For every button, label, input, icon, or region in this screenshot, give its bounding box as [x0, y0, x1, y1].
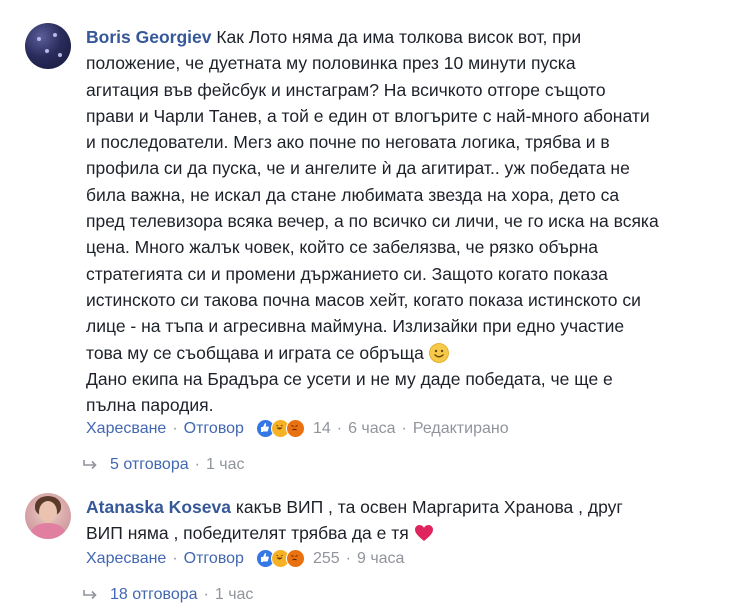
reply-button[interactable]: Отговор — [184, 420, 244, 438]
replies-time: 1 час — [214, 586, 254, 603]
comment-line: била важна, не искал да стане любимата з… — [86, 184, 620, 205]
replies-link[interactable]: 5 отговора · 1 час — [83, 456, 245, 474]
reply-button[interactable]: Отговор — [184, 550, 244, 568]
comment-line: Boris Georgiev Как Лото няма да има толк… — [86, 27, 582, 47]
reply-arrow-icon — [83, 590, 97, 600]
comment-line: ВИП няма , победителят трябва да е тя — [86, 520, 706, 546]
edited-label[interactable]: Редактирано — [413, 420, 509, 438]
comment-line: профила си да пуска, че и ангелите ѝ да … — [86, 158, 630, 179]
avatar[interactable] — [25, 493, 71, 539]
replies-time: 1 час — [205, 456, 245, 473]
timestamp[interactable]: 9 часа — [357, 550, 404, 568]
like-button[interactable]: Харесване — [86, 420, 166, 438]
comment-actions: Харесване · Отговор 255 · 9 часа — [86, 549, 405, 568]
comment-line: това му се съобщава и играта се обръща — [86, 340, 706, 366]
comment-line: пред телевизора всяка вечер, а по всичко… — [86, 211, 659, 232]
heart-emoji-icon — [414, 525, 433, 542]
angry-icon — [285, 549, 305, 568]
comment-line: истинското си такова почна масов хейт, к… — [86, 289, 641, 310]
author-name[interactable]: Atanaska Koseva — [86, 497, 231, 517]
comment-line: и последователи. Мегз ако почне по негов… — [86, 132, 610, 153]
timestamp[interactable]: 6 часа — [348, 420, 395, 438]
comment-actions: Харесване · Отговор 14 · 6 часа · Редакт… — [86, 419, 509, 438]
reply-arrow-icon — [83, 460, 97, 470]
comment-body: Atanaska Koseva какъв ВИП , та освен Мар… — [86, 494, 706, 547]
comment-body: Boris Georgiev Как Лото няма да има толк… — [86, 24, 706, 366]
comment-paragraph: Дано екипа на Брадъра се усети и не му д… — [86, 369, 613, 416]
replies-link[interactable]: 18 отговора · 1 час — [83, 586, 254, 604]
comment-line: агитация във фейсбук и инстаграм? На вси… — [86, 79, 606, 100]
reactions[interactable] — [255, 549, 305, 568]
replies-count[interactable]: 18 отговора — [110, 586, 198, 604]
smile-emoji-icon — [428, 342, 449, 363]
reaction-count[interactable]: 255 — [313, 550, 340, 568]
comment-line: стратегията си и промени държанието си. … — [86, 263, 608, 284]
comment-line: прави и Чарли Танев, а той е един от вло… — [86, 105, 650, 126]
comment-line: цена. Много жалък човек, който се забеля… — [86, 237, 598, 258]
reaction-count[interactable]: 14 — [313, 420, 331, 438]
angry-icon — [285, 419, 305, 438]
reactions[interactable] — [255, 419, 305, 438]
comment-line: положение, че дуетната му половинка през… — [86, 53, 576, 74]
comment-line: Atanaska Koseva какъв ВИП , та освен Мар… — [86, 497, 623, 517]
avatar[interactable] — [25, 23, 71, 69]
like-button[interactable]: Харесване — [86, 550, 166, 568]
comment-line: лице - на тъпа и агресивна маймуна. Изли… — [86, 316, 625, 337]
replies-count[interactable]: 5 отговора — [110, 456, 189, 474]
author-name[interactable]: Boris Georgiev — [86, 27, 211, 47]
